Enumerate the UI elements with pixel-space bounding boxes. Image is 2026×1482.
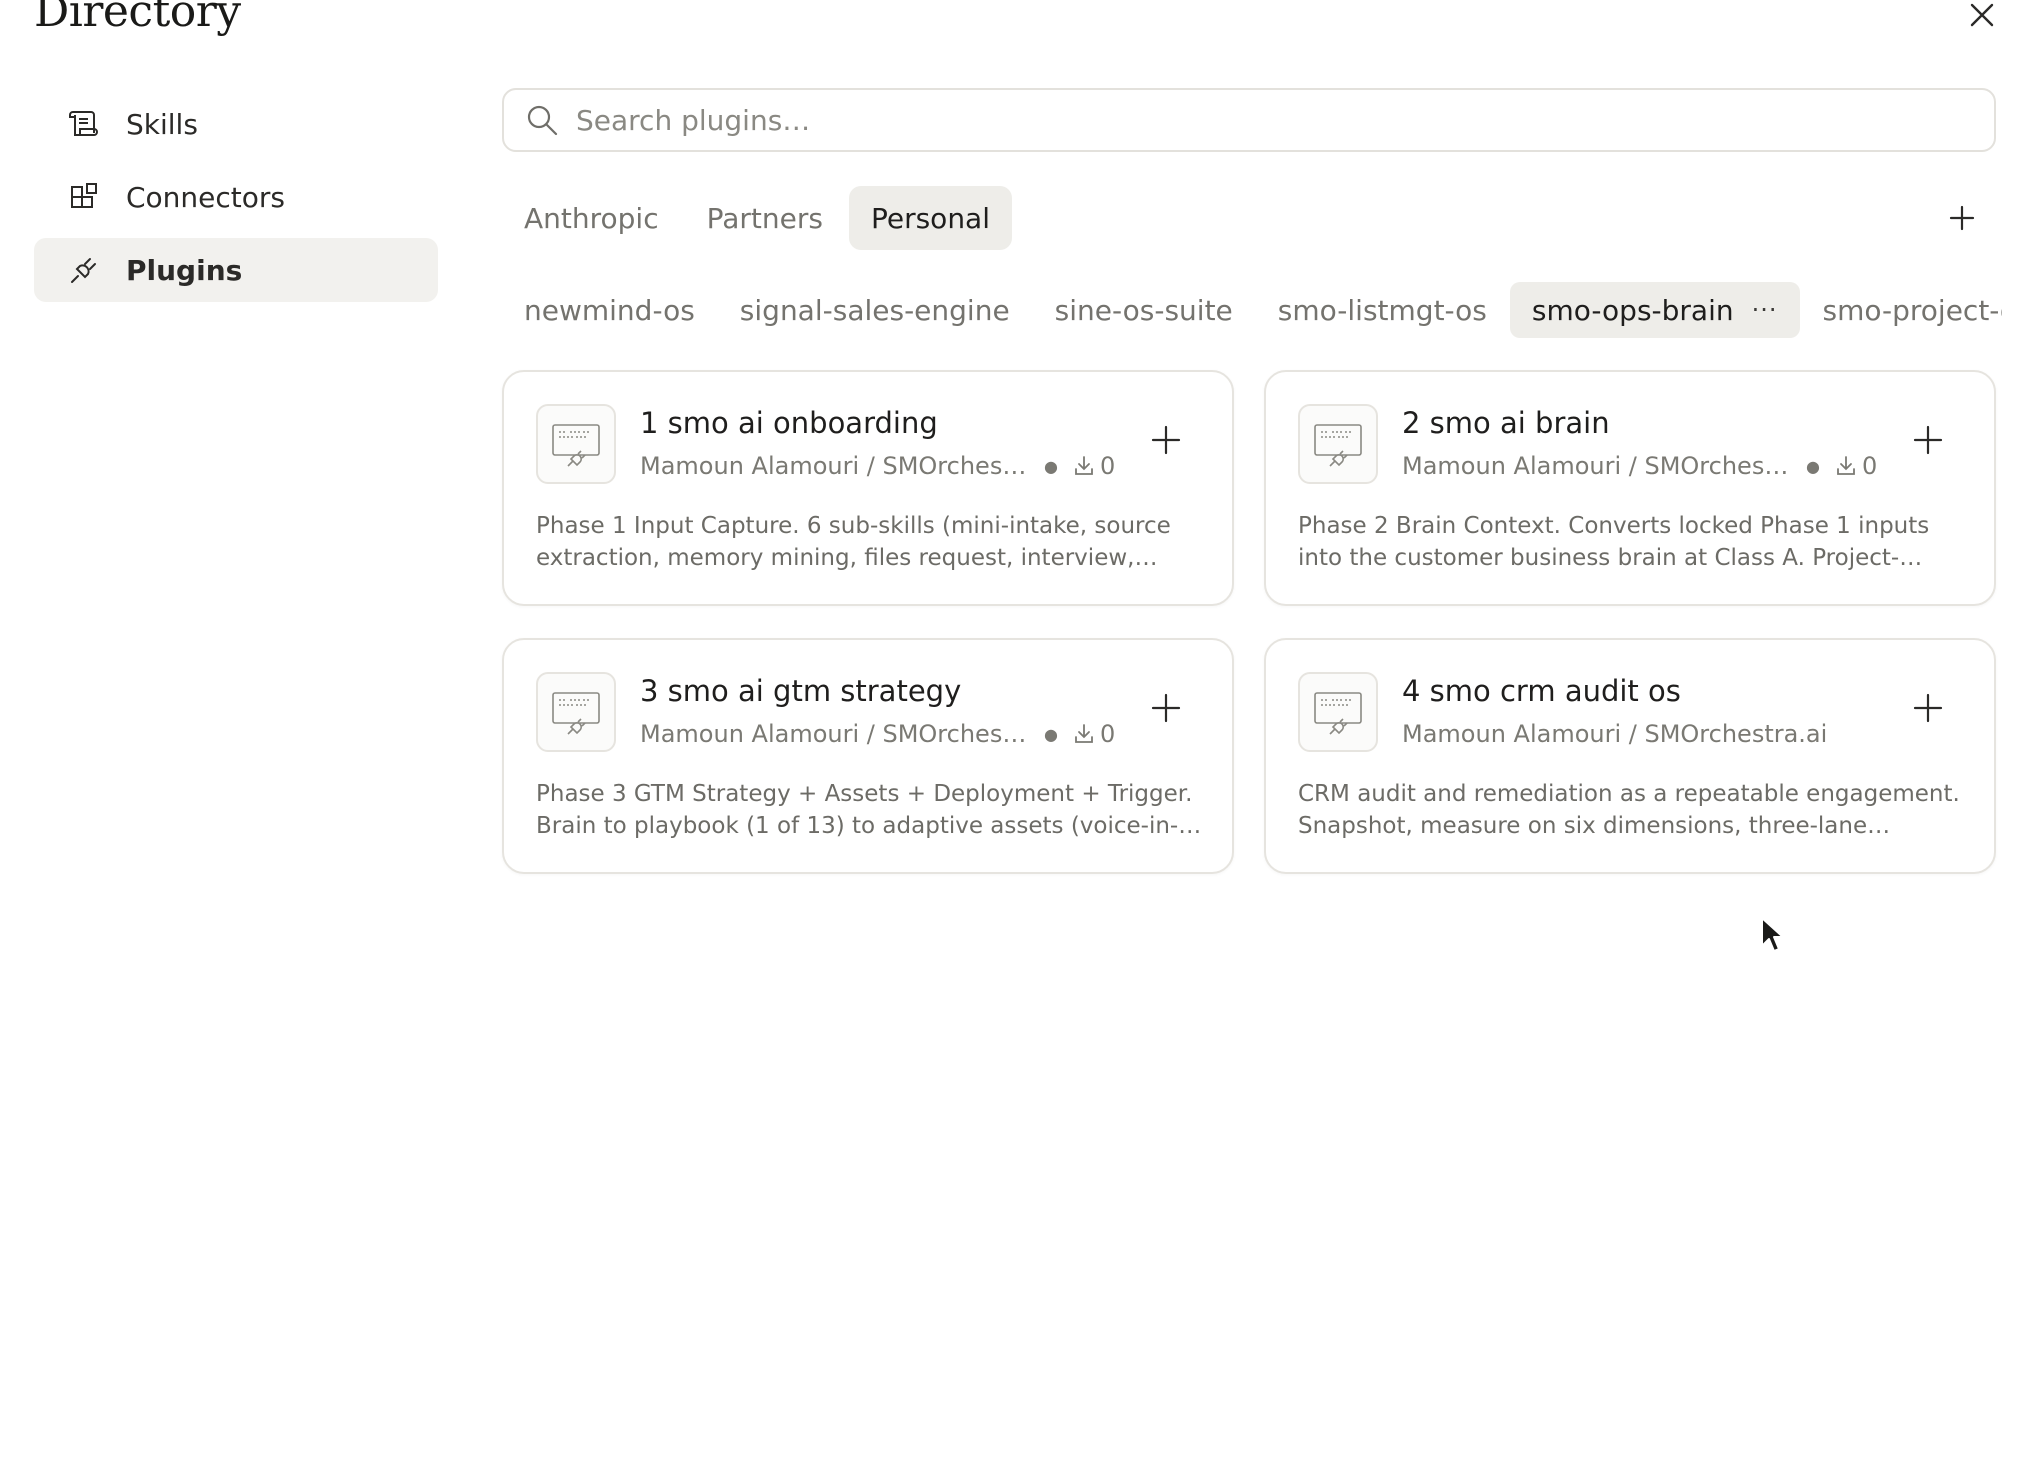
plugin-thumbnail-icon bbox=[1298, 404, 1378, 484]
install-plugin-button[interactable] bbox=[1910, 422, 1946, 458]
plugin-description: CRM audit and remediation as a repeatabl… bbox=[1298, 781, 1960, 839]
search-input[interactable] bbox=[576, 103, 1876, 137]
sidebar-item-label: Plugins bbox=[126, 253, 243, 287]
close-button[interactable] bbox=[1964, 0, 2000, 30]
chip-smo-ops-brain[interactable]: smo-ops-brain ··· bbox=[1509, 282, 1800, 338]
separator-dot: ● bbox=[1044, 724, 1058, 744]
plugin-meta: Mamoun Alamouri / SMOrchestr… ● 0 bbox=[1402, 452, 1877, 480]
plugin-thumbnail-icon bbox=[536, 404, 616, 484]
page-title: Directory bbox=[34, 0, 241, 37]
download-icon bbox=[1837, 456, 1855, 475]
download-count: 0 bbox=[1072, 720, 1115, 748]
chip-smo-project-os[interactable]: smo-project-os bbox=[1801, 282, 2003, 338]
plugin-description: Phase 3 GTM Strategy + Assets + Deployme… bbox=[536, 781, 1202, 839]
sidebar-item-label: Connectors bbox=[126, 180, 286, 214]
plugin-author: Mamoun Alamouri / SMOrchestr… bbox=[640, 720, 1030, 748]
plus-icon bbox=[1913, 693, 1943, 723]
source-tabs: Anthropic Partners Personal bbox=[502, 186, 1016, 250]
separator-dot: ● bbox=[1806, 456, 1820, 476]
more-options-icon[interactable]: ··· bbox=[1752, 296, 1778, 324]
download-count-value: 0 bbox=[1099, 720, 1116, 748]
plus-icon bbox=[1949, 205, 1975, 231]
plugin-thumbnail-icon bbox=[1298, 672, 1378, 752]
install-plugin-button[interactable] bbox=[1148, 422, 1184, 458]
sidebar-item-label: Skills bbox=[126, 107, 198, 141]
plugin-author: Mamoun Alamouri / SMOrchestr… bbox=[640, 452, 1030, 480]
search-box bbox=[502, 88, 1996, 152]
install-plugin-button[interactable] bbox=[1910, 690, 1946, 726]
plugin-card[interactable]: 2 smo ai brain Mamoun Alamouri / SMOrche… bbox=[1264, 370, 1996, 606]
sidebar-item-skills[interactable]: Skills bbox=[34, 92, 438, 156]
plugin-card[interactable]: 4 smo crm audit os Mamoun Alamouri / SMO… bbox=[1264, 638, 1996, 874]
plugin-title: 3 smo ai gtm strategy bbox=[640, 674, 962, 708]
plug-icon bbox=[68, 254, 100, 286]
download-count-value: 0 bbox=[1099, 452, 1116, 480]
plugin-description: Phase 1 Input Capture. 6 sub-skills (min… bbox=[536, 513, 1171, 571]
chip-smo-listmgt-os[interactable]: smo-listmgt-os bbox=[1256, 282, 1509, 338]
plugin-title: 2 smo ai brain bbox=[1402, 406, 1610, 440]
sidebar: Skills Connectors Plugins bbox=[34, 92, 438, 311]
plus-icon bbox=[1151, 425, 1181, 455]
plugin-description: Phase 2 Brain Context. Converts locked P… bbox=[1298, 513, 1930, 571]
scroll-icon bbox=[68, 108, 100, 140]
plugin-card[interactable]: 3 smo ai gtm strategy Mamoun Alamouri / … bbox=[502, 638, 1234, 874]
plugin-thumbnail-icon bbox=[536, 672, 616, 752]
plugin-author: Mamoun Alamouri / SMOrchestra.ai bbox=[1402, 720, 1828, 748]
plugin-card[interactable]: 1 smo ai onboarding Mamoun Alamouri / SM… bbox=[502, 370, 1234, 606]
download-count: 0 bbox=[1072, 452, 1115, 480]
sidebar-item-connectors[interactable]: Connectors bbox=[34, 165, 438, 229]
marketplace-chips: newmind-os signal-sales-engine sine-os-s… bbox=[502, 282, 2002, 338]
chip-newmind-os[interactable]: newmind-os bbox=[502, 282, 717, 338]
separator-dot: ● bbox=[1044, 456, 1058, 476]
chip-label: smo-ops-brain bbox=[1531, 293, 1734, 327]
add-marketplace-button[interactable] bbox=[1944, 200, 1980, 236]
plugin-meta: Mamoun Alamouri / SMOrchestra.ai bbox=[1402, 720, 1827, 748]
download-icon bbox=[1075, 456, 1093, 475]
download-count: 0 bbox=[1834, 452, 1877, 480]
plugin-title: 4 smo crm audit os bbox=[1402, 674, 1681, 708]
chip-sine-os-suite[interactable]: sine-os-suite bbox=[1033, 282, 1255, 338]
directory-page: Directory Skills Connectors Plugins Sear… bbox=[0, 0, 2026, 1482]
install-plugin-button[interactable] bbox=[1148, 690, 1184, 726]
plugin-meta: Mamoun Alamouri / SMOrchestr… ● 0 bbox=[640, 720, 1115, 748]
grid-blocks-icon bbox=[68, 181, 100, 213]
close-icon bbox=[1970, 3, 1994, 27]
sidebar-item-plugins[interactable]: Plugins bbox=[34, 238, 438, 302]
plugin-title: 1 smo ai onboarding bbox=[640, 406, 938, 440]
tab-anthropic[interactable]: Anthropic bbox=[502, 186, 681, 250]
download-count-value: 0 bbox=[1861, 452, 1878, 480]
plus-icon bbox=[1151, 693, 1181, 723]
download-icon bbox=[1075, 724, 1093, 743]
search-icon bbox=[524, 102, 560, 138]
mouse-cursor-icon bbox=[1760, 916, 1786, 958]
plugin-author: Mamoun Alamouri / SMOrchestr… bbox=[1402, 452, 1792, 480]
tab-personal[interactable]: Personal bbox=[848, 186, 1012, 250]
plus-icon bbox=[1913, 425, 1943, 455]
chip-signal-sales-engine[interactable]: signal-sales-engine bbox=[718, 282, 1032, 338]
plugin-meta: Mamoun Alamouri / SMOrchestr… ● 0 bbox=[640, 452, 1115, 480]
tab-partners[interactable]: Partners bbox=[685, 186, 845, 250]
